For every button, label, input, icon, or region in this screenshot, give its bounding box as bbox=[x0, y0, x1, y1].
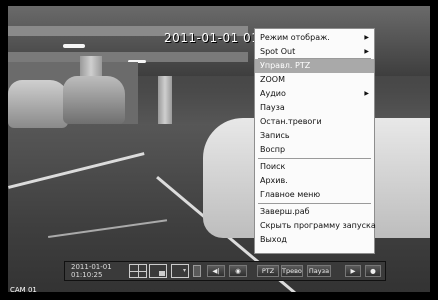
menu-item[interactable]: Выход bbox=[255, 233, 374, 247]
pause-button[interactable]: Пауза bbox=[307, 265, 331, 277]
menu-item-label: Заверш.раб bbox=[260, 207, 310, 216]
ceiling-light bbox=[63, 44, 85, 48]
submenu-arrow-icon: ▶ bbox=[364, 48, 369, 55]
menu-item[interactable]: Запись bbox=[255, 129, 374, 143]
menu-item[interactable]: ZOOM bbox=[255, 73, 374, 87]
alarm-button[interactable]: Тревога bbox=[281, 265, 303, 277]
menu-item[interactable]: Остан.тревоги bbox=[255, 115, 374, 129]
menu-item-label: Spot Out bbox=[260, 47, 296, 56]
menu-separator bbox=[258, 203, 371, 204]
menu-item-label: Режим отображ. bbox=[260, 33, 330, 42]
sequence-icon[interactable] bbox=[193, 265, 201, 277]
timestamp-overlay: 2011-01-01 01: bbox=[164, 31, 264, 45]
menu-item[interactable]: Поиск bbox=[255, 160, 374, 174]
submenu-arrow-icon: ▶ bbox=[364, 34, 369, 41]
menu-item-label: Архив. bbox=[260, 176, 288, 185]
menu-item-label: Воспр bbox=[260, 145, 286, 154]
parked-car bbox=[63, 76, 125, 124]
menu-item[interactable]: Заверш.раб bbox=[255, 205, 374, 219]
parked-car bbox=[8, 80, 68, 128]
menu-item-label: Главное меню bbox=[260, 190, 321, 199]
play-button[interactable]: ▶ bbox=[345, 265, 361, 277]
display-mode-dropdown-icon[interactable]: ▾ bbox=[171, 264, 189, 278]
menu-item[interactable]: Воспр bbox=[255, 143, 374, 157]
menu-item[interactable]: Управл. PTZ bbox=[255, 59, 374, 73]
toolbar-datetime: 2011-01-01 01:10:25 bbox=[71, 263, 112, 279]
menu-item[interactable]: Пауза bbox=[255, 101, 374, 115]
menu-item-label: ZOOM bbox=[260, 75, 285, 84]
menu-item[interactable]: Аудио ▶ bbox=[255, 87, 374, 101]
menu-item[interactable]: Главное меню bbox=[255, 188, 374, 202]
camera-control-button[interactable]: ◉ bbox=[229, 265, 247, 277]
dvr-screen: 2011-01-01 01: Режим отображ. ▶ Spot Out ▶ У… bbox=[0, 0, 438, 300]
record-button[interactable]: ● bbox=[365, 265, 381, 277]
frame-right bbox=[430, 0, 438, 300]
pip-icon[interactable] bbox=[149, 264, 167, 278]
menu-item-label: Пауза bbox=[260, 103, 285, 112]
menu-item[interactable]: Spot Out ▶ bbox=[255, 45, 374, 59]
menu-item-label: Запись bbox=[260, 131, 290, 140]
submenu-arrow-icon: ▶ bbox=[364, 90, 369, 97]
menu-item[interactable]: Скрыть программу запуска bbox=[255, 219, 376, 233]
menu-separator bbox=[258, 158, 371, 159]
context-menu: Режим отображ. ▶ Spot Out ▶ Управл. PTZ ZOOM А… bbox=[254, 28, 376, 254]
menu-item[interactable]: Режим отображ. ▶ bbox=[255, 31, 374, 45]
frame-left bbox=[0, 0, 8, 300]
menu-item-label: Остан.тревоги bbox=[260, 117, 322, 126]
prev-button[interactable]: ◀| bbox=[207, 265, 225, 277]
ptz-button[interactable]: PTZ bbox=[257, 265, 279, 277]
menu-item-label: Скрыть программу запуска bbox=[260, 221, 376, 230]
menu-item-label: Выход bbox=[260, 235, 287, 244]
menu-item-label: Управл. PTZ bbox=[260, 61, 311, 70]
menu-item[interactable]: Архив. bbox=[255, 174, 374, 188]
camera-label: CAM 01 bbox=[10, 286, 37, 294]
menu-separator bbox=[258, 58, 371, 59]
launcher-toolbar: 2011-01-01 01:10:25 ▾ ◀| ◉ PTZ Тревога П… bbox=[64, 261, 386, 281]
menu-item-label: Поиск bbox=[260, 162, 286, 171]
menu-item-label: Аудио bbox=[260, 89, 286, 98]
split-screen-icon[interactable] bbox=[129, 264, 147, 278]
